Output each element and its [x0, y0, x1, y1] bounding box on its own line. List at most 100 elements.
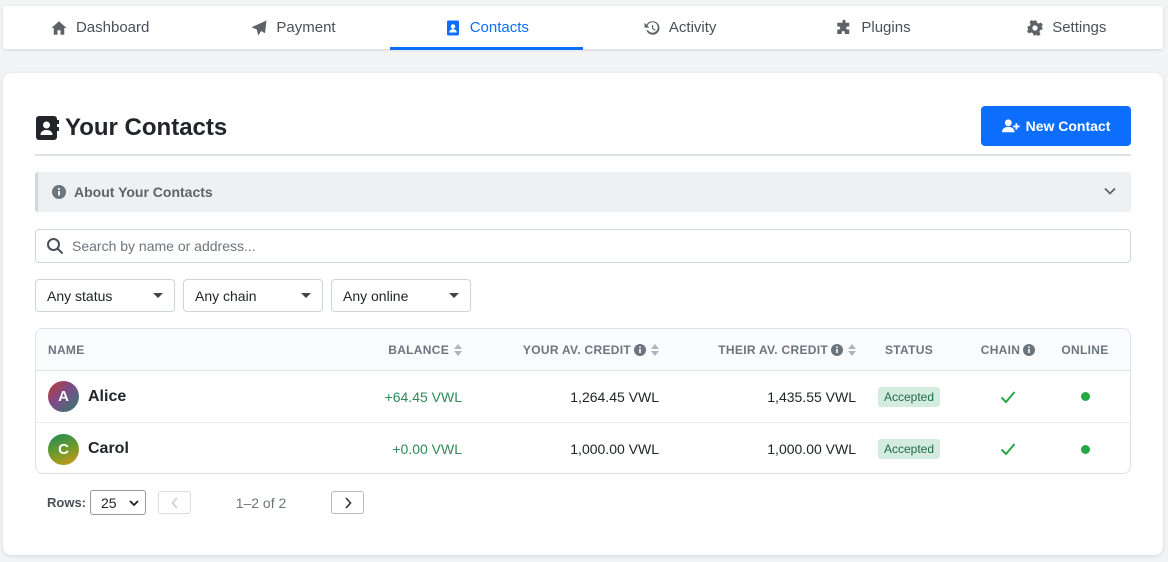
chain-filter-value: Any chain — [195, 287, 257, 304]
table-row[interactable]: A Alice +64.45 VWL 1,264.45 VWL 1,435.55… — [36, 371, 1130, 423]
pagination: Rows: 25 1–2 of 2 — [47, 490, 364, 515]
rows-per-page-select[interactable]: 25 — [90, 490, 146, 515]
tab-label: Payment — [276, 19, 336, 36]
header-their-credit-label: THEIR AV. CREDIT — [718, 342, 828, 357]
status-cell: Accepted — [856, 439, 962, 459]
contacts-card: Your Contacts New Contact About Your Con… — [3, 73, 1163, 555]
avatar: C — [48, 433, 79, 465]
tab-payment[interactable]: Payment — [196, 6, 389, 49]
contact-name-cell: A Alice — [36, 381, 294, 412]
header-online-label: ONLINE — [1061, 342, 1109, 357]
tab-label: Dashboard — [75, 19, 150, 36]
tab-label: Settings — [1052, 19, 1107, 36]
header-chain: CHAIN — [962, 343, 1054, 357]
header-balance[interactable]: BALANCE — [294, 343, 462, 357]
status-badge: Accepted — [877, 386, 941, 407]
filter-bar: Any status Any chain Any online — [35, 279, 471, 312]
caret-down-icon — [301, 293, 311, 298]
address-book-icon — [446, 20, 459, 35]
their-credit-value: 1,000.00 VWL — [767, 441, 856, 457]
chevron-down-icon — [129, 499, 139, 506]
info-icon[interactable] — [1023, 343, 1036, 356]
status-filter-select[interactable]: Any status — [35, 279, 175, 312]
table-header: NAME BALANCE YOUR AV. CREDIT THEIR AV. C… — [36, 329, 1130, 371]
sort-icon — [848, 343, 856, 356]
online-cell — [1054, 392, 1116, 401]
history-icon — [644, 20, 660, 35]
header-chain-label: CHAIN — [980, 342, 1021, 357]
search-icon — [47, 238, 64, 255]
your-credit-value: 1,000.00 VWL — [570, 441, 659, 457]
tab-label: Activity — [668, 19, 717, 36]
header-name[interactable]: NAME — [36, 343, 294, 357]
contact-name: Carol — [88, 440, 129, 457]
header-status-label: STATUS — [884, 342, 934, 357]
online-indicator — [1080, 392, 1090, 401]
chevron-right-icon — [344, 496, 352, 509]
search-box — [35, 229, 1131, 263]
tab-settings[interactable]: Settings — [970, 6, 1163, 49]
status-cell: Accepted — [856, 386, 962, 407]
balance-value: +64.45 VWL — [384, 388, 462, 405]
tab-plugins[interactable]: Plugins — [776, 6, 969, 49]
home-icon — [51, 20, 67, 35]
caret-down-icon — [449, 293, 459, 298]
tab-dashboard[interactable]: Dashboard — [3, 6, 196, 49]
rows-label: Rows: — [47, 495, 86, 510]
header-name-label: NAME — [48, 342, 85, 357]
status-filter-value: Any status — [47, 287, 113, 304]
next-page-button[interactable] — [331, 491, 364, 514]
online-filter-select[interactable]: Any online — [331, 279, 471, 312]
online-cell — [1054, 444, 1116, 454]
add-user-icon — [1001, 119, 1020, 133]
prev-page-button[interactable] — [158, 491, 191, 514]
chevron-left-icon — [170, 496, 178, 509]
page-title: Your Contacts — [35, 114, 227, 142]
info-icon[interactable] — [831, 343, 843, 356]
sort-icon — [454, 343, 462, 356]
balance-value: +0.00 VWL — [392, 441, 462, 457]
search-input[interactable] — [72, 238, 1072, 254]
online-filter-value: Any online — [343, 287, 409, 304]
contact-name: Alice — [88, 387, 127, 405]
tab-activity[interactable]: Activity — [583, 6, 776, 49]
their-credit-value: 1,435.55 VWL — [767, 388, 856, 405]
chain-cell — [962, 390, 1054, 404]
online-indicator — [1080, 444, 1090, 454]
chain-filter-select[interactable]: Any chain — [183, 279, 323, 312]
info-icon[interactable] — [634, 343, 646, 356]
check-icon — [1000, 390, 1016, 403]
header-their-credit[interactable]: THEIR AV. CREDIT — [659, 343, 856, 357]
header-your-credit[interactable]: YOUR AV. CREDIT — [462, 343, 659, 357]
info-icon — [52, 185, 66, 199]
paper-plane-icon — [251, 20, 267, 35]
address-book-icon — [36, 116, 59, 140]
top-navigation: Dashboard Payment Contacts Activity Plug… — [3, 6, 1163, 50]
puzzle-icon — [837, 19, 850, 34]
tab-contacts[interactable]: Contacts — [389, 6, 584, 50]
rows-per-page-value: 25 — [101, 494, 117, 511]
header-status: STATUS — [856, 343, 962, 357]
avatar-initial: C — [58, 440, 69, 458]
chevron-down-icon — [1104, 187, 1116, 195]
header-balance-label: BALANCE — [388, 342, 449, 357]
new-contact-button[interactable]: New Contact — [981, 106, 1131, 146]
contact-name-cell: C Carol — [36, 433, 294, 465]
gear-icon — [1027, 19, 1044, 36]
about-label: About Your Contacts — [74, 184, 213, 200]
your-credit-value: 1,264.45 VWL — [570, 388, 659, 405]
table-row[interactable]: C Carol +0.00 VWL 1,000.00 VWL 1,000.00 … — [36, 423, 1130, 473]
check-icon — [1000, 443, 1016, 456]
page-header: Your Contacts New Contact — [35, 106, 1131, 156]
about-contacts-accordion[interactable]: About Your Contacts — [35, 172, 1131, 212]
avatar: A — [48, 381, 79, 412]
caret-down-icon — [153, 293, 163, 298]
tab-label: Plugins — [861, 19, 911, 36]
tab-label: Contacts — [469, 19, 529, 36]
sort-icon — [651, 343, 659, 356]
page-title-text: Your Contacts — [65, 114, 228, 141]
chain-cell — [962, 442, 1054, 456]
header-your-credit-label: YOUR AV. CREDIT — [522, 342, 631, 357]
avatar-initial: A — [58, 388, 69, 405]
contacts-table: NAME BALANCE YOUR AV. CREDIT THEIR AV. C… — [35, 328, 1131, 474]
